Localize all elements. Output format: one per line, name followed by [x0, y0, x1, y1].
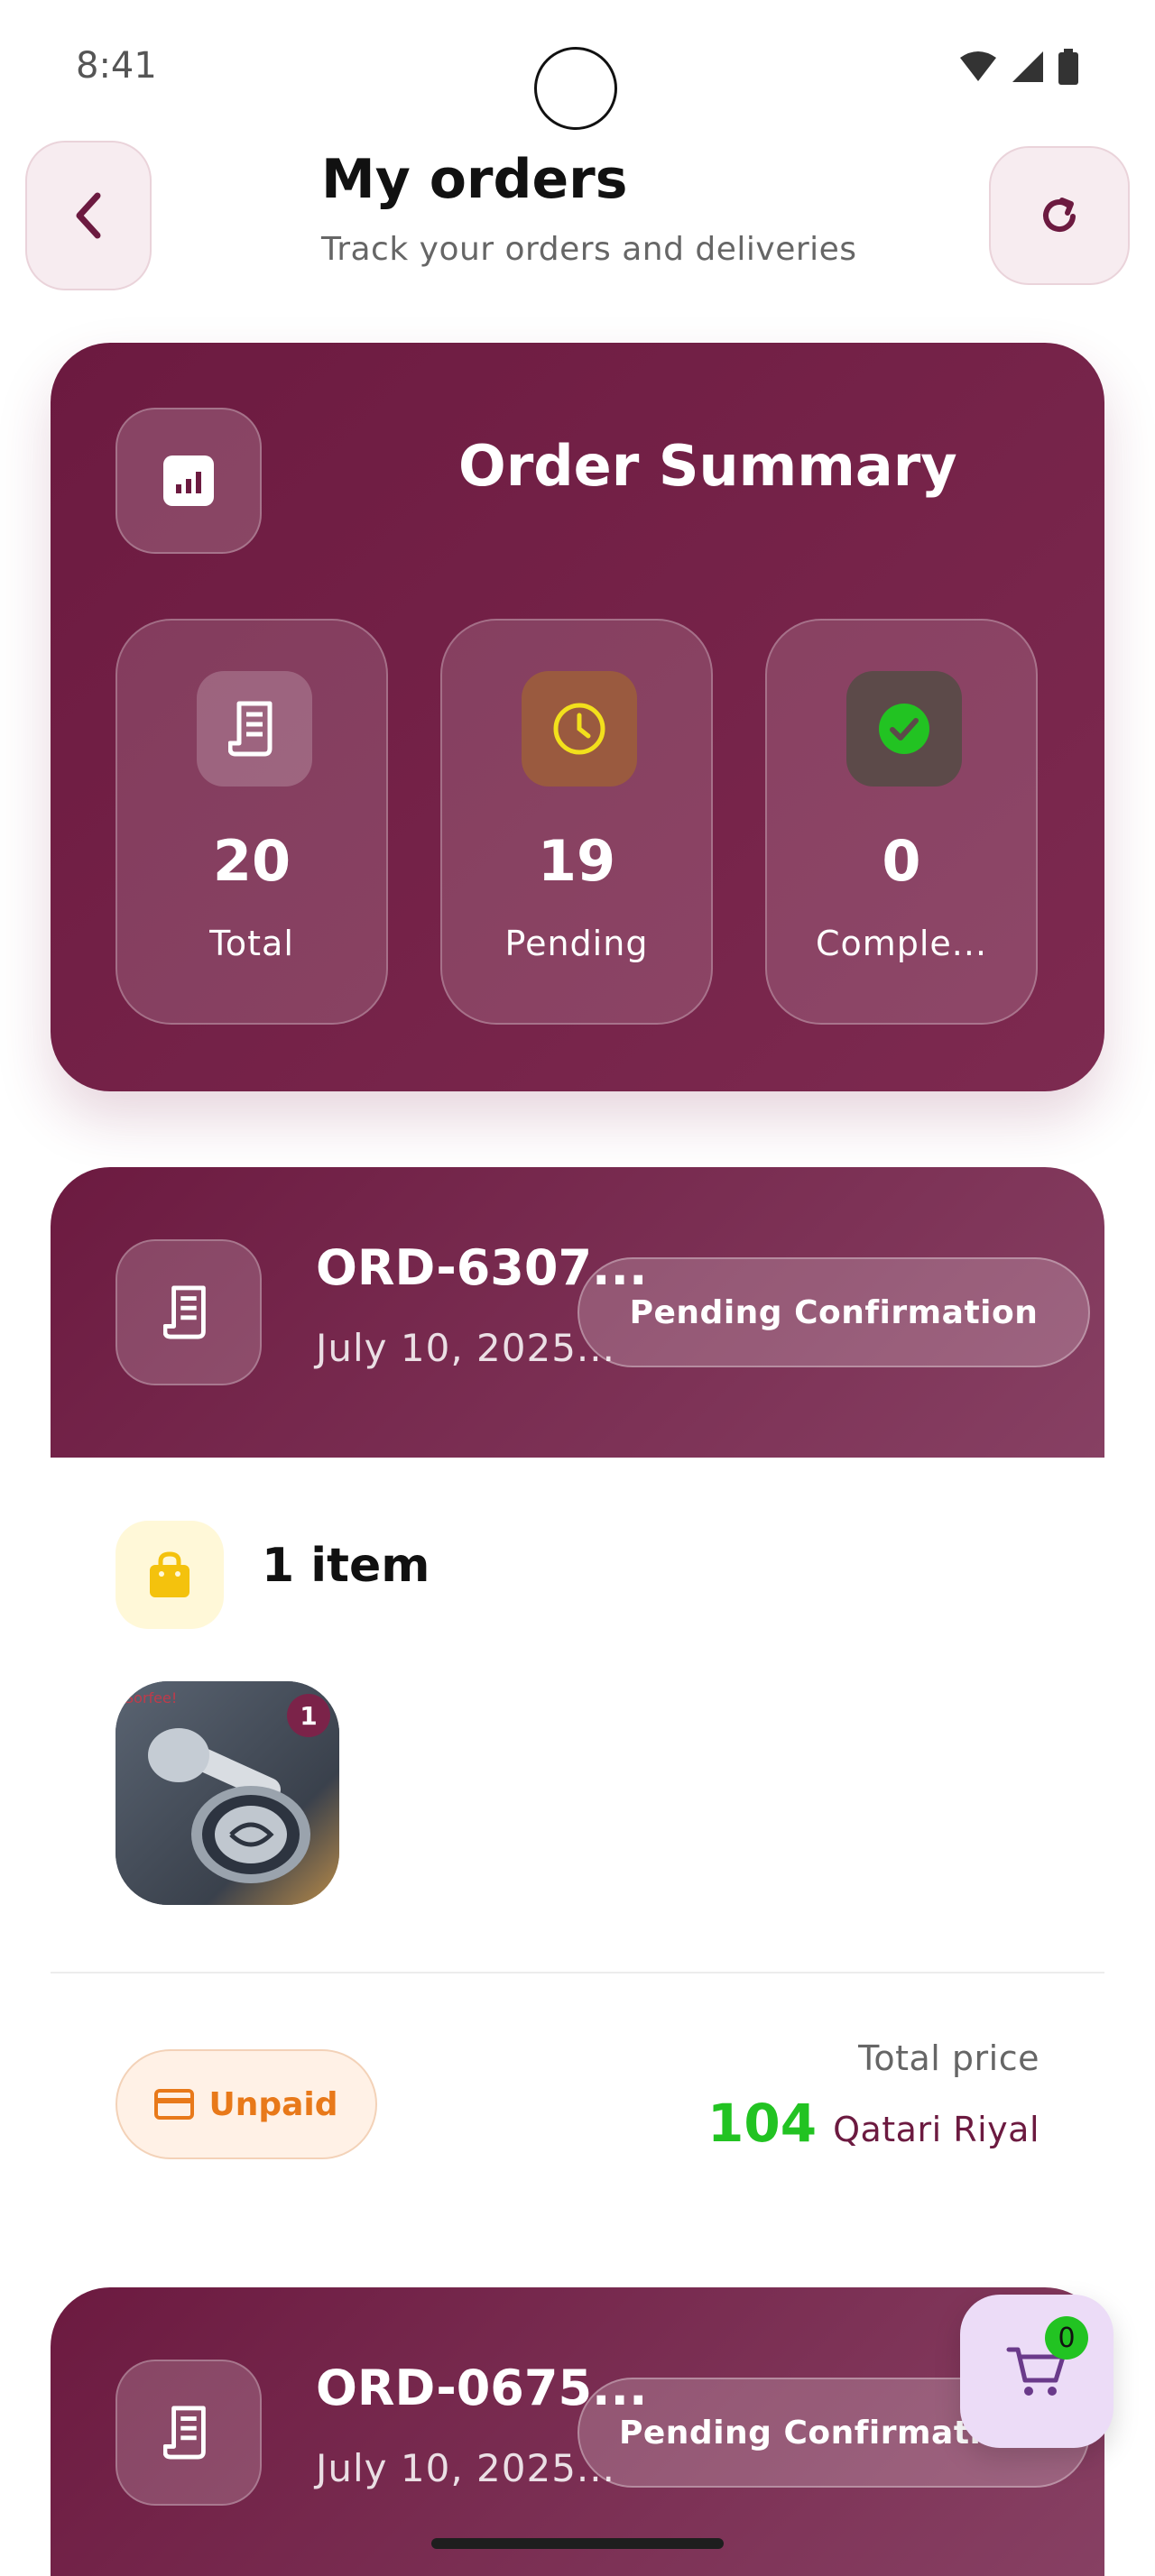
total-price-label: Total price — [858, 2038, 1040, 2078]
clock-icon — [553, 703, 605, 755]
product-quantity-badge: 1 — [287, 1694, 330, 1737]
back-button[interactable] — [25, 141, 152, 290]
payment-status-label: Unpaid — [208, 2085, 338, 2123]
product-watermark: Sorfee! — [125, 1689, 177, 1707]
refresh-icon — [1043, 198, 1076, 233]
signal-icon — [1012, 51, 1043, 82]
divider — [51, 1972, 1104, 1973]
order-icon-tile — [116, 1239, 262, 1385]
order-date: July 10, 2025... — [316, 2446, 615, 2490]
stat-completed-icon-tile — [846, 671, 962, 787]
order-status-badge: Pending Confirmation — [578, 1257, 1090, 1367]
receipt-icon — [163, 2406, 206, 2460]
stat-total-icon-tile — [197, 671, 312, 787]
summary-icon-tile — [116, 408, 262, 554]
payment-status-badge: Unpaid — [116, 2049, 377, 2159]
stat-pending-label: Pending — [504, 924, 649, 963]
page-title: My orders — [321, 148, 628, 211]
currency: Qatari Riyal — [833, 2110, 1040, 2149]
status-time: 8:41 — [76, 45, 157, 87]
stat-completed: 0 Comple... — [765, 619, 1038, 1025]
total-price: 104 Qatari Riyal — [707, 2093, 1040, 2154]
stat-total-value: 20 — [212, 828, 291, 894]
bar-chart-icon — [163, 455, 214, 506]
stat-total-label: Total — [209, 924, 294, 963]
total-amount: 104 — [707, 2093, 818, 2154]
receipt-icon — [228, 701, 273, 757]
wifi-icon — [960, 51, 996, 81]
stat-total: 20 Total — [116, 619, 388, 1025]
page-subtitle: Track your orders and deliveries — [321, 231, 857, 268]
stat-completed-value: 0 — [882, 828, 921, 894]
order-icon-tile — [116, 2360, 262, 2506]
stat-pending-icon-tile — [522, 671, 637, 787]
items-icon-tile — [116, 1521, 224, 1629]
cart-button[interactable] — [960, 2295, 1113, 2448]
summary-title: Order Summary — [458, 433, 957, 499]
order-card-header[interactable]: ORD-0675... July 10, 2025... Pending Con… — [51, 2287, 1104, 2576]
status-icons — [958, 49, 1079, 85]
battery-icon — [1058, 49, 1078, 85]
receipt-icon — [163, 1285, 206, 1339]
refresh-button[interactable] — [989, 146, 1130, 285]
chevron-left-icon — [76, 192, 101, 239]
home-indicator[interactable] — [431, 2538, 724, 2549]
credit-card-icon — [154, 2089, 195, 2120]
order-summary-card: Order Summary 20 Total 19 Pending 0 Comp… — [51, 343, 1104, 1091]
order-date: July 10, 2025... — [316, 1326, 615, 1370]
stat-pending-value: 19 — [537, 828, 616, 894]
order-card-header[interactable]: ORD-6307... July 10, 2025... Pending Con… — [51, 1167, 1104, 1458]
stat-pending: 19 Pending — [440, 619, 713, 1025]
stat-completed-label: Comple... — [815, 924, 988, 963]
items-count: 1 item — [262, 1539, 430, 1593]
check-circle-icon — [879, 704, 929, 754]
cart-count-badge: 0 — [1045, 2316, 1088, 2360]
shopping-bag-icon — [150, 1551, 189, 1597]
camera-cutout — [534, 47, 617, 130]
